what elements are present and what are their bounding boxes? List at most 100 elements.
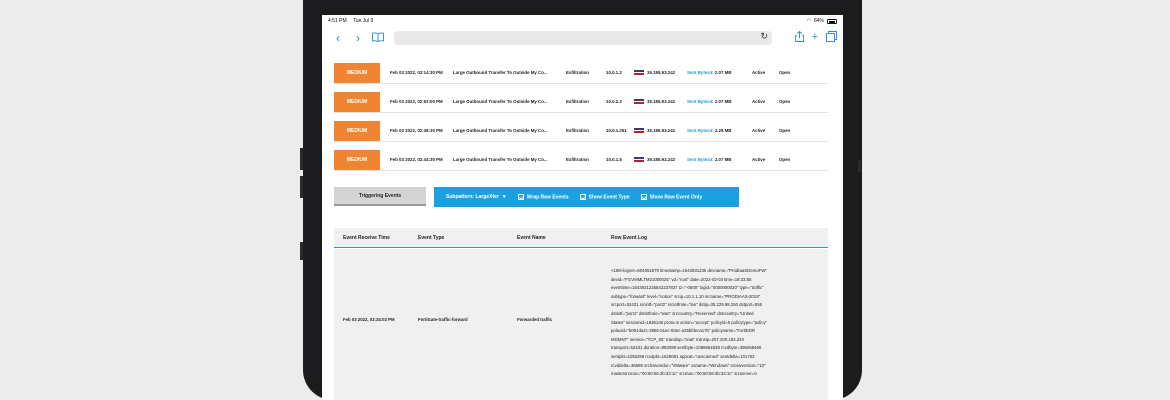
log-line: sentpkt=2255298 rcvdpkt=1628081 appcat="…	[611, 353, 755, 359]
alert-status: Active	[752, 157, 766, 162]
status-time: 4:51 PM	[328, 18, 347, 24]
raw-event-log: <189>logver=604061879 timestamp=16439312…	[611, 249, 821, 400]
destination-ip: 35.185.93.242	[647, 70, 676, 75]
header-event-name[interactable]: Event Name	[517, 235, 611, 241]
checkbox-icon	[579, 193, 586, 200]
wifi-icon: ◠	[806, 18, 811, 24]
sent-bytes-value: 2.29 MB	[714, 128, 732, 133]
log-line: srcport=52431 srcintf="port2" srcintfrol…	[611, 302, 762, 308]
side-button	[300, 242, 303, 260]
sent-bytes-label: Sent Bytes4:	[687, 70, 714, 75]
alert-category: Exfiltration	[566, 157, 589, 162]
us-flag-icon	[634, 157, 644, 163]
book-icon[interactable]	[368, 31, 388, 45]
alert-state: Open	[779, 157, 791, 162]
show-raw-event-only-checkbox[interactable]: Show Raw Event Only	[640, 193, 703, 201]
alert-state: Open	[779, 128, 791, 133]
header-event-receive-time[interactable]: Event Receive Time	[334, 235, 418, 241]
alert-name[interactable]: Large Outbound Transfer To Outside My Co…	[453, 157, 566, 162]
sent-bytes: Sent Bytes4: 2.07 MB	[687, 70, 752, 75]
browser-toolbar: ‹ › ↻ +	[322, 27, 843, 49]
log-line: dstintf="port1" dstintfrole="wan" srccou…	[611, 310, 754, 316]
severity-badge: MEDIUM	[334, 149, 380, 170]
sent-bytes-label: Sent Bytes4:	[687, 157, 714, 162]
alert-name[interactable]: Large Outbound Transfer To Outside My Co…	[453, 128, 566, 133]
stage: 4:51 PM Tue Jul 9 ◠ 84% ‹ › ↻ + MEDIUM F…	[0, 0, 1170, 400]
subpattern-label: Subpattern: LargeXfer	[446, 194, 499, 200]
chevron-down-icon: ▼	[501, 194, 507, 200]
sent-bytes-label: Sent Bytes4:	[687, 128, 714, 133]
alert-state: Open	[779, 99, 791, 104]
log-line: States" sessionid=1836138 proto=6 action…	[611, 319, 768, 325]
show-raw-event-only-label: Show Raw Event Only	[649, 194, 703, 201]
battery-percent: 84%	[813, 18, 824, 24]
alert-time: Feb 03 2022, 02:52:00 PM	[390, 99, 443, 104]
show-event-type-checkbox[interactable]: Show Event Type	[579, 193, 630, 200]
alert-category: Exfiltration	[566, 128, 589, 133]
events-table-header: Event Receive Time Event Type Event Name…	[334, 228, 828, 248]
share-icon[interactable]	[794, 30, 804, 45]
log-line: subtype="forward" level="notice" srcip=1…	[611, 293, 761, 299]
page-content: MEDIUM Feb 03 2022, 03:14:30 PM Large Outb…	[322, 49, 843, 400]
severity-badge: MEDIUM	[334, 91, 380, 112]
status-bar: 4:51 PM Tue Jul 9 ◠ 84%	[322, 15, 843, 27]
alert-time: Feb 03 2022, 02:48:30 PM	[390, 128, 443, 133]
alert-row[interactable]: MEDIUM Feb 03 2022, 02:52:00 PM Large Outb…	[334, 91, 828, 113]
sent-bytes-value: 2.07 MB	[714, 99, 732, 104]
header-event-type[interactable]: Event Type	[418, 235, 517, 241]
chevron-left-icon[interactable]: ‹	[328, 31, 348, 45]
checkbox-icon	[517, 193, 524, 200]
event-type: FortiGate-traffic-forward	[418, 317, 468, 322]
alert-status: Active	[752, 70, 766, 75]
severity-badge: MEDIUM	[334, 120, 380, 141]
events-options-bar: Subpattern: LargeXfer ▼ Wrap Raw Events S…	[434, 187, 739, 207]
sent-bytes: Sent Bytes4: 2.07 MB	[687, 157, 752, 162]
reload-icon[interactable]: ↻	[760, 31, 768, 42]
alert-row[interactable]: MEDIUM Feb 03 2022, 02:48:30 PM Large Outb…	[334, 120, 828, 142]
alert-category: Exfiltration	[566, 99, 589, 104]
alert-row[interactable]: MEDIUM Feb 03 2022, 03:14:30 PM Large Outb…	[334, 62, 828, 84]
alert-category: Exfiltration	[566, 70, 589, 75]
alert-name[interactable]: Large Outbound Transfer To Outside My Co…	[453, 99, 566, 104]
subpattern-dropdown[interactable]: Subpattern: LargeXfer ▼	[446, 194, 507, 200]
header-row-event-log[interactable]: Row Event Log	[611, 235, 761, 241]
log-line: poluuid="b091da2c-2855-51ec-83ec-a25bfde…	[611, 328, 756, 334]
log-line: MGMNT" service="TCP_55" trandisp="snat" …	[611, 336, 744, 342]
sent-bytes: Sent Bytes4: 2.07 MB	[687, 99, 752, 104]
event-receive-time: Feb 03 2022, 03:34:02 PM	[343, 317, 395, 322]
screen: 4:51 PM Tue Jul 9 ◠ 84% ‹ › ↻ + MEDIUM F…	[322, 15, 843, 400]
address-bar[interactable]: ↻	[394, 31, 772, 45]
volume-up-button	[300, 148, 303, 170]
battery-icon	[827, 18, 837, 24]
severity-badge: MEDIUM	[334, 62, 380, 83]
log-line: devid="FGVMMLTM21000025" vd="root" date=…	[611, 276, 752, 282]
sent-bytes-value: 2.07 MB	[714, 70, 732, 75]
destination-ip: 35.185.93.242	[647, 128, 676, 133]
plus-icon[interactable]: +	[812, 31, 818, 45]
tab-triggering-events[interactable]: Triggering Events	[334, 187, 426, 206]
sent-bytes: Sent Bytes4: 2.29 MB	[687, 128, 752, 133]
destination-ip: 35.185.93.242	[647, 99, 676, 104]
wrap-raw-events-checkbox[interactable]: Wrap Raw Events	[517, 193, 569, 201]
events-toolbar: Triggering Events Subpattern: LargeXfer ▼…	[334, 187, 739, 207]
alert-time: Feb 03 2022, 03:14:30 PM	[390, 70, 443, 75]
alert-name[interactable]: Large Outbound Transfer To Outside My Co…	[453, 70, 566, 75]
source-ip: 10.0.1.5	[606, 157, 622, 162]
us-flag-icon	[634, 128, 644, 134]
tabs-icon[interactable]	[826, 31, 837, 45]
alert-row[interactable]: MEDIUM Feb 03 2022, 02:44:30 PM Large Outb…	[334, 149, 828, 171]
us-flag-icon	[634, 70, 644, 76]
log-line: rcvddelta=36586 srchwvendor="VMware" osn…	[611, 362, 766, 368]
source-ip: 10.0.1.2	[606, 70, 622, 75]
source-ip: 10.0.2.2	[606, 99, 622, 104]
table-row[interactable]: Feb 03 2022, 03:34:02 PM FortiGate-traff…	[334, 249, 828, 400]
event-name: Forwarded traffic	[517, 317, 553, 322]
source-ip: 10.0.1.251	[606, 128, 627, 133]
chevron-right-icon[interactable]: ›	[348, 31, 368, 45]
sent-bytes-value: 2.07 MB	[714, 157, 732, 162]
log-line: eventtime=1643931235842237837 tz="-0500"…	[611, 285, 764, 291]
alert-status: Active	[752, 128, 766, 133]
wrap-raw-events-label: Wrap Raw Events	[526, 194, 569, 201]
us-flag-icon	[634, 99, 644, 105]
checkbox-icon	[640, 193, 647, 200]
